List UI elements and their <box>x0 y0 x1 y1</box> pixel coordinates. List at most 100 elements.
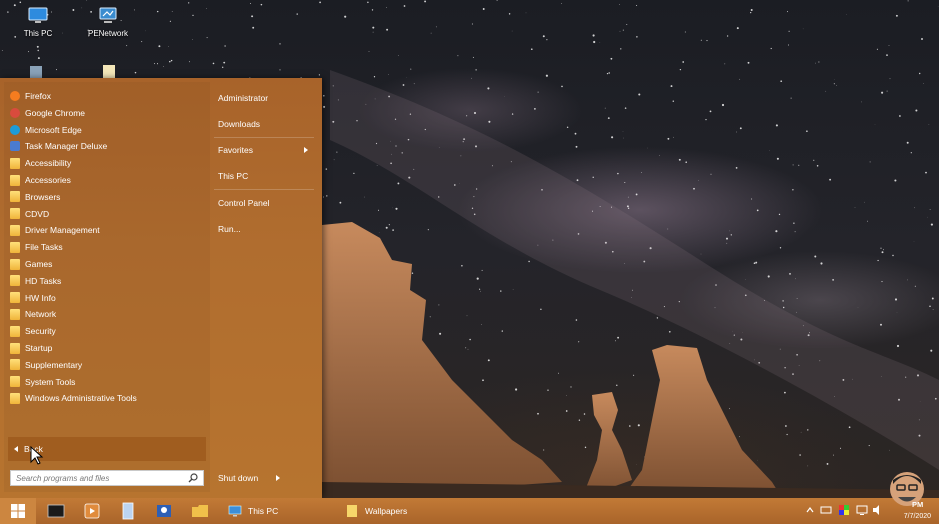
star <box>670 85 673 88</box>
menu-item-label: Control Panel <box>218 198 270 208</box>
star <box>888 45 890 46</box>
star <box>806 130 808 132</box>
star <box>395 207 398 210</box>
program-label: File Tasks <box>25 242 63 253</box>
program-item[interactable]: Windows Administrative Tools <box>10 390 206 406</box>
program-item[interactable]: HW Info <box>10 290 206 306</box>
star <box>574 132 577 135</box>
star <box>770 47 772 50</box>
program-item[interactable]: Accessibility <box>10 155 206 171</box>
program-item[interactable]: Firefox <box>10 88 206 104</box>
star <box>786 11 789 13</box>
star <box>673 136 674 138</box>
star <box>886 90 888 92</box>
program-item[interactable]: Google Chrome <box>10 105 206 121</box>
star <box>482 8 485 10</box>
star <box>611 136 614 139</box>
menu-item-favorites[interactable]: Favorites <box>214 140 314 160</box>
star <box>592 34 595 37</box>
star <box>672 100 675 102</box>
program-item[interactable]: Browsers <box>10 189 206 205</box>
star <box>402 84 405 86</box>
star <box>886 54 888 56</box>
program-item[interactable]: System Tools <box>10 374 206 390</box>
folder-icon <box>10 174 20 186</box>
shutdown-button[interactable]: Shut down <box>214 468 284 488</box>
program-item[interactable]: Network <box>10 306 206 322</box>
star <box>377 209 380 211</box>
program-item[interactable]: Accessories <box>10 172 206 188</box>
star <box>627 196 629 198</box>
terminal-icon[interactable] <box>47 502 65 520</box>
star <box>534 108 536 110</box>
folder-icon <box>10 275 20 287</box>
users-icon[interactable] <box>155 502 173 520</box>
star <box>638 93 641 96</box>
star <box>619 4 620 5</box>
start-button[interactable] <box>0 498 36 524</box>
taskbar-window-wallpapers[interactable]: Wallpapers <box>345 498 407 524</box>
program-label: CDVD <box>25 208 50 219</box>
menu-item-downloads[interactable]: Downloads <box>214 114 314 134</box>
star <box>918 72 921 75</box>
star <box>693 187 695 190</box>
notepad-icon[interactable] <box>119 502 137 520</box>
star <box>511 113 514 115</box>
program-item[interactable]: HD Tasks <box>10 273 206 289</box>
color-icon[interactable] <box>838 504 850 516</box>
program-item[interactable]: Supplementary <box>10 357 206 373</box>
media-player-icon[interactable] <box>83 502 101 520</box>
star <box>170 59 173 62</box>
star <box>620 48 622 50</box>
menu-item-administrator[interactable]: Administrator <box>214 88 314 108</box>
star <box>435 26 437 28</box>
clock-date[interactable]: 7/7/2020 <box>895 513 931 520</box>
menu-item-this-pc[interactable]: This PC <box>214 166 314 186</box>
star <box>319 1 321 4</box>
program-item[interactable]: File Tasks <box>10 239 206 255</box>
star <box>388 73 389 75</box>
program-item[interactable]: Security <box>10 323 206 339</box>
star <box>889 78 891 80</box>
star <box>592 176 594 178</box>
menu-item-control-panel[interactable]: Control Panel <box>214 193 314 213</box>
star <box>37 57 40 60</box>
star <box>622 29 624 31</box>
keyboard-icon[interactable] <box>820 504 832 516</box>
star <box>608 72 610 74</box>
star <box>19 1 22 4</box>
search-input[interactable]: Search programs and files <box>10 470 204 486</box>
star <box>206 37 208 39</box>
program-label: Accessories <box>25 175 71 185</box>
star <box>376 165 378 166</box>
star <box>487 87 490 90</box>
star <box>700 39 702 41</box>
menu-item-run[interactable]: Run... <box>214 219 314 239</box>
taskbar-window-this-pc[interactable]: This PC <box>228 498 278 524</box>
program-item[interactable]: Driver Management <box>10 222 206 238</box>
star <box>792 164 794 166</box>
star <box>736 27 739 30</box>
program-item[interactable]: Microsoft Edge <box>10 122 206 138</box>
program-item[interactable]: Games <box>10 256 206 272</box>
tray-chevron-icon[interactable] <box>804 504 816 516</box>
star <box>156 63 159 65</box>
star <box>466 115 468 117</box>
menu-item-label: Administrator <box>218 93 269 103</box>
star <box>326 195 328 197</box>
star <box>750 11 752 14</box>
program-item[interactable]: Task Manager Deluxe <box>10 138 206 154</box>
star <box>659 154 660 156</box>
desktop-icon-penetwork[interactable]: PENetwork <box>73 6 143 38</box>
volume-icon[interactable] <box>872 504 884 516</box>
star <box>530 48 533 51</box>
display-icon[interactable] <box>856 504 868 516</box>
program-item[interactable]: Startup <box>10 340 206 356</box>
program-item[interactable]: CDVD <box>10 206 206 222</box>
task-manager-icon <box>10 141 20 152</box>
file-explorer-icon[interactable] <box>191 502 209 520</box>
star <box>496 0 498 1</box>
program-label: System Tools <box>25 376 76 387</box>
desktop-icon-this-pc[interactable]: This PC <box>3 6 73 38</box>
search-icon <box>188 473 198 483</box>
